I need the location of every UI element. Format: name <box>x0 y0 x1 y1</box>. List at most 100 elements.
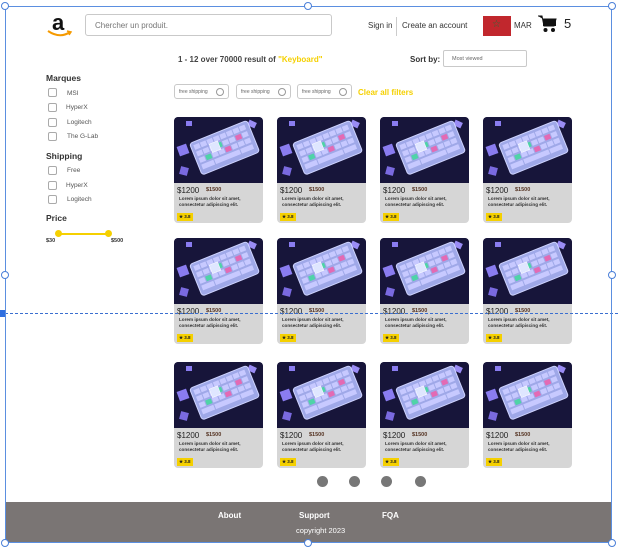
create-account-link[interactable]: Create an account <box>402 21 467 30</box>
checkbox[interactable] <box>48 181 57 190</box>
cart-icon[interactable] <box>538 15 558 33</box>
product-card[interactable]: $1200 $1500 Lorem ipsum dolor sit amet, … <box>380 117 469 223</box>
resize-handle[interactable] <box>1 2 9 10</box>
product-image[interactable] <box>483 362 572 428</box>
brand-option-msi[interactable] <box>48 88 57 97</box>
country-code[interactable]: MAR <box>514 21 532 30</box>
radio-icon[interactable] <box>278 88 286 96</box>
filter-chip[interactable]: free shipping <box>174 84 229 99</box>
resize-handle[interactable] <box>608 2 616 10</box>
product-old-price: $1500 <box>309 432 325 438</box>
product-card[interactable]: $1200 $1500 Lorem ipsum dolor sit amet, … <box>277 238 366 344</box>
product-card[interactable]: $1200 $1500 Lorem ipsum dolor sit amet, … <box>483 117 572 223</box>
product-image[interactable] <box>277 238 366 304</box>
brand-option-logitech[interactable] <box>48 118 57 127</box>
radio-icon[interactable] <box>216 88 224 96</box>
sign-in-link[interactable]: Sign in <box>368 21 392 30</box>
product-card[interactable]: $1200 $1500 Lorem ipsum dolor sit amet, … <box>174 362 263 468</box>
keyboard-image <box>483 117 572 183</box>
sort-dropdown[interactable]: Most viewed <box>443 50 527 67</box>
chip-label: free shipping <box>302 89 331 95</box>
price-slider-max-handle[interactable] <box>105 230 112 237</box>
resize-handle[interactable] <box>304 2 312 10</box>
product-description: Lorem ipsum dolor sit amet, consectetur … <box>282 196 344 207</box>
checkbox[interactable] <box>48 195 57 204</box>
product-card[interactable]: $1200 $1500 Lorem ipsum dolor sit amet, … <box>174 238 263 344</box>
brand-label: The G-Lab <box>67 133 99 140</box>
checkbox[interactable] <box>48 118 57 127</box>
resize-handle[interactable] <box>1 271 9 279</box>
product-image[interactable] <box>380 117 469 183</box>
product-image[interactable] <box>174 117 263 183</box>
header-divider <box>396 17 397 36</box>
amazon-logo[interactable]: a <box>44 10 74 38</box>
footer-link-about[interactable]: About <box>218 511 241 520</box>
product-price: $1200 <box>177 186 200 195</box>
product-price: $1200 <box>383 307 406 316</box>
page-dot-1[interactable] <box>317 476 328 487</box>
product-old-price: $1500 <box>412 187 428 193</box>
product-card[interactable]: $1200 $1500 Lorem ipsum dolor sit amet, … <box>380 362 469 468</box>
product-price: $1200 <box>383 431 406 440</box>
product-old-price: $1500 <box>206 187 222 193</box>
shipping-option-hyperx[interactable] <box>48 181 57 190</box>
price-slider-track[interactable] <box>58 233 108 235</box>
shipping-option-free[interactable] <box>48 166 57 175</box>
resize-handle[interactable] <box>608 539 616 547</box>
keyboard-image <box>483 238 572 304</box>
brand-option-glab[interactable] <box>48 132 57 141</box>
product-rating: ★ 3.8 <box>177 334 193 342</box>
keyboard-image <box>380 238 469 304</box>
sort-label: Sort by: <box>410 55 441 64</box>
resize-handle[interactable] <box>608 271 616 279</box>
product-card[interactable]: $1200 $1500 Lorem ipsum dolor sit amet, … <box>483 362 572 468</box>
footer-link-fqa[interactable]: FQA <box>382 511 399 520</box>
checkbox[interactable] <box>48 103 57 112</box>
product-image[interactable] <box>277 117 366 183</box>
price-slider-min-handle[interactable] <box>55 230 62 237</box>
brand-option-hyperx[interactable] <box>48 103 57 112</box>
product-description: Lorem ipsum dolor sit amet, consectetur … <box>385 196 447 207</box>
product-image[interactable] <box>380 362 469 428</box>
product-image[interactable] <box>483 238 572 304</box>
product-price: $1200 <box>280 431 303 440</box>
clear-filters-link[interactable]: Clear all filters <box>358 88 413 97</box>
search-input[interactable] <box>85 14 332 36</box>
product-description: Lorem ipsum dolor sit amet, consectetur … <box>385 317 447 328</box>
product-card[interactable]: $1200 $1500 Lorem ipsum dolor sit amet, … <box>277 362 366 468</box>
page-dot-2[interactable] <box>349 476 360 487</box>
keyboard-image <box>174 362 263 428</box>
page-dot-3[interactable] <box>381 476 392 487</box>
checkbox[interactable] <box>48 166 57 175</box>
guide-marker[interactable] <box>0 310 6 317</box>
filter-chip[interactable]: free shipping <box>236 84 291 99</box>
product-card[interactable]: $1200 $1500 Lorem ipsum dolor sit amet, … <box>483 238 572 344</box>
shipping-option-logitech[interactable] <box>48 195 57 204</box>
checkbox[interactable] <box>48 88 57 97</box>
page-dot-4[interactable] <box>415 476 426 487</box>
morocco-flag-icon[interactable]: ☆ <box>483 16 511 36</box>
product-card[interactable]: $1200 $1500 Lorem ipsum dolor sit amet, … <box>277 117 366 223</box>
product-price: $1200 <box>383 186 406 195</box>
product-card[interactable]: $1200 $1500 Lorem ipsum dolor sit amet, … <box>380 238 469 344</box>
product-image[interactable] <box>174 362 263 428</box>
product-image[interactable] <box>380 238 469 304</box>
product-description: Lorem ipsum dolor sit amet, consectetur … <box>282 441 344 452</box>
product-card[interactable]: $1200 $1500 Lorem ipsum dolor sit amet, … <box>174 117 263 223</box>
brand-label: HyperX <box>66 104 88 111</box>
radio-icon[interactable] <box>339 88 347 96</box>
keyboard-image <box>277 117 366 183</box>
product-image[interactable] <box>483 117 572 183</box>
product-image[interactable] <box>174 238 263 304</box>
shipping-label: Free <box>67 167 81 174</box>
checkbox[interactable] <box>48 132 57 141</box>
product-price: $1200 <box>486 186 509 195</box>
filter-chip[interactable]: free shipping <box>297 84 352 99</box>
product-rating: ★ 3.8 <box>280 458 296 466</box>
resize-handle[interactable] <box>1 539 9 547</box>
product-image[interactable] <box>277 362 366 428</box>
product-description: Lorem ipsum dolor sit amet, consectetur … <box>179 317 241 328</box>
product-description: Lorem ipsum dolor sit amet, consectetur … <box>179 441 241 452</box>
resize-handle[interactable] <box>304 539 312 547</box>
footer-link-support[interactable]: Support <box>299 511 330 520</box>
